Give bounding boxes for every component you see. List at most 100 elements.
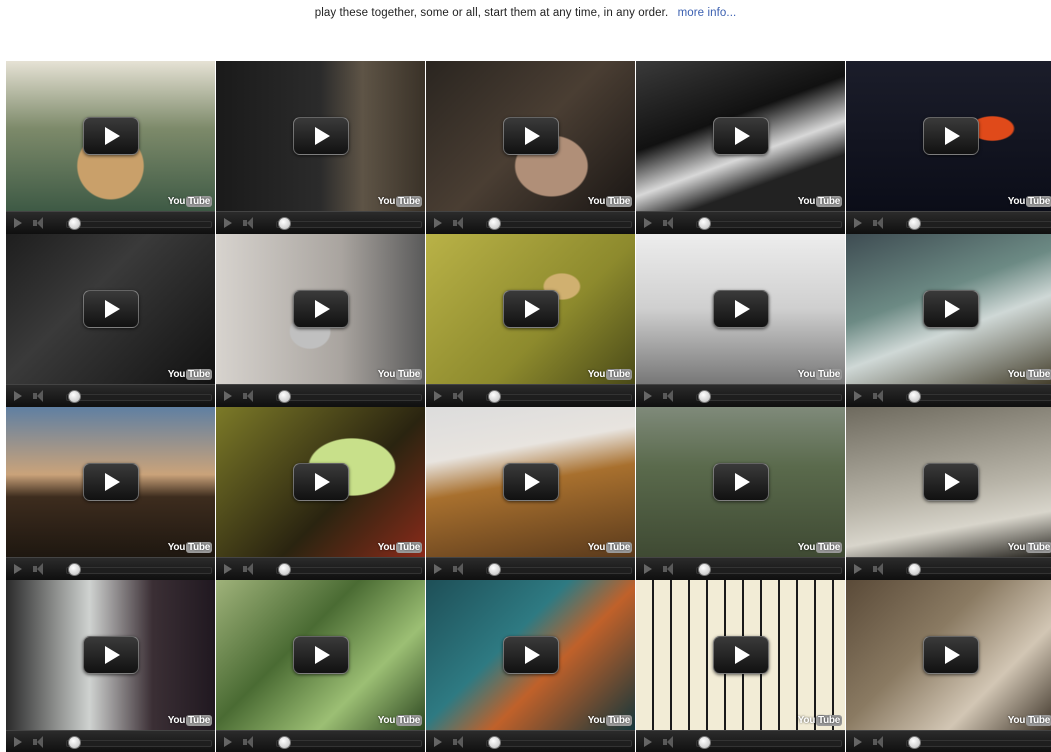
play-button-icon[interactable] [923, 636, 979, 674]
video-player[interactable]: You Tube [216, 407, 425, 580]
video-thumbnail[interactable]: You Tube [6, 61, 215, 211]
seek-bar[interactable] [276, 740, 422, 747]
seek-handle[interactable] [278, 563, 291, 576]
volume-icon[interactable] [453, 563, 469, 575]
play-button-icon[interactable] [503, 636, 559, 674]
youtube-logo[interactable]: You Tube [798, 715, 842, 726]
play-button-icon[interactable] [713, 463, 769, 501]
seek-handle[interactable] [908, 217, 921, 230]
seek-bar[interactable] [486, 394, 632, 401]
volume-icon[interactable] [453, 736, 469, 748]
video-thumbnail[interactable]: You Tube [426, 580, 635, 730]
youtube-logo[interactable]: You Tube [168, 369, 212, 380]
play-button-icon[interactable] [503, 117, 559, 155]
youtube-logo[interactable]: You Tube [168, 542, 212, 553]
play-icon[interactable] [224, 391, 232, 401]
youtube-logo[interactable]: You Tube [1008, 715, 1051, 726]
play-icon[interactable] [224, 564, 232, 574]
youtube-logo[interactable]: You Tube [798, 542, 842, 553]
video-thumbnail[interactable]: You Tube [426, 407, 635, 557]
video-thumbnail[interactable]: You Tube [216, 407, 425, 557]
seek-handle[interactable] [908, 390, 921, 403]
video-player[interactable]: You Tube [636, 61, 845, 234]
play-button-icon[interactable] [923, 117, 979, 155]
play-icon[interactable] [434, 737, 442, 747]
play-icon[interactable] [854, 218, 862, 228]
video-thumbnail[interactable]: You Tube [636, 61, 845, 211]
youtube-logo[interactable]: You Tube [588, 196, 632, 207]
video-thumbnail[interactable]: You Tube [846, 234, 1051, 384]
youtube-logo[interactable]: You Tube [1008, 542, 1051, 553]
play-icon[interactable] [644, 737, 652, 747]
video-thumbnail[interactable]: You Tube [636, 407, 845, 557]
video-thumbnail[interactable]: You Tube [216, 234, 425, 384]
play-icon[interactable] [14, 737, 22, 747]
seek-handle[interactable] [488, 217, 501, 230]
seek-bar[interactable] [696, 567, 842, 574]
seek-handle[interactable] [908, 736, 921, 749]
youtube-logo[interactable]: You Tube [168, 196, 212, 207]
volume-icon[interactable] [453, 217, 469, 229]
seek-handle[interactable] [698, 736, 711, 749]
seek-bar[interactable] [906, 221, 1051, 228]
youtube-logo[interactable]: You Tube [1008, 369, 1051, 380]
play-icon[interactable] [854, 737, 862, 747]
play-icon[interactable] [644, 218, 652, 228]
volume-icon[interactable] [33, 736, 49, 748]
seek-handle[interactable] [278, 217, 291, 230]
seek-bar[interactable] [276, 567, 422, 574]
volume-icon[interactable] [663, 563, 679, 575]
play-button-icon[interactable] [503, 290, 559, 328]
play-icon[interactable] [644, 564, 652, 574]
play-button-icon[interactable] [293, 463, 349, 501]
play-button-icon[interactable] [503, 463, 559, 501]
volume-icon[interactable] [663, 217, 679, 229]
video-player[interactable]: You Tube [216, 234, 425, 407]
video-thumbnail[interactable]: You Tube [846, 580, 1051, 730]
video-player[interactable]: You Tube [426, 580, 635, 752]
volume-icon[interactable] [873, 563, 889, 575]
video-player[interactable]: You Tube [426, 407, 635, 580]
seek-handle[interactable] [488, 563, 501, 576]
video-player[interactable]: You Tube [636, 234, 845, 407]
video-thumbnail[interactable]: You Tube [636, 580, 845, 730]
video-thumbnail[interactable]: You Tube [846, 61, 1051, 211]
volume-icon[interactable] [243, 736, 259, 748]
play-button-icon[interactable] [293, 636, 349, 674]
seek-handle[interactable] [488, 390, 501, 403]
seek-bar[interactable] [66, 740, 212, 747]
video-thumbnail[interactable]: You Tube [636, 234, 845, 384]
seek-bar[interactable] [66, 221, 212, 228]
volume-icon[interactable] [243, 390, 259, 402]
video-player[interactable]: You Tube [846, 580, 1051, 752]
seek-bar[interactable] [486, 221, 632, 228]
video-player[interactable]: You Tube [6, 234, 215, 407]
seek-bar[interactable] [486, 567, 632, 574]
play-button-icon[interactable] [713, 636, 769, 674]
seek-bar[interactable] [696, 740, 842, 747]
play-button-icon[interactable] [713, 117, 769, 155]
video-player[interactable]: You Tube [6, 61, 215, 234]
play-button-icon[interactable] [713, 290, 769, 328]
youtube-logo[interactable]: You Tube [798, 196, 842, 207]
seek-bar[interactable] [486, 740, 632, 747]
youtube-logo[interactable]: You Tube [1008, 196, 1051, 207]
play-button-icon[interactable] [923, 290, 979, 328]
seek-handle[interactable] [68, 736, 81, 749]
video-thumbnail[interactable]: You Tube [426, 234, 635, 384]
video-player[interactable]: You Tube [846, 407, 1051, 580]
volume-icon[interactable] [243, 217, 259, 229]
video-player[interactable]: You Tube [6, 407, 215, 580]
seek-handle[interactable] [68, 563, 81, 576]
youtube-logo[interactable]: You Tube [588, 542, 632, 553]
video-player[interactable]: You Tube [6, 580, 215, 752]
seek-handle[interactable] [488, 736, 501, 749]
video-player[interactable]: You Tube [636, 407, 845, 580]
play-icon[interactable] [224, 218, 232, 228]
volume-icon[interactable] [243, 563, 259, 575]
play-icon[interactable] [434, 391, 442, 401]
play-icon[interactable] [14, 391, 22, 401]
seek-bar[interactable] [906, 740, 1051, 747]
youtube-logo[interactable]: You Tube [378, 715, 422, 726]
play-icon[interactable] [224, 737, 232, 747]
